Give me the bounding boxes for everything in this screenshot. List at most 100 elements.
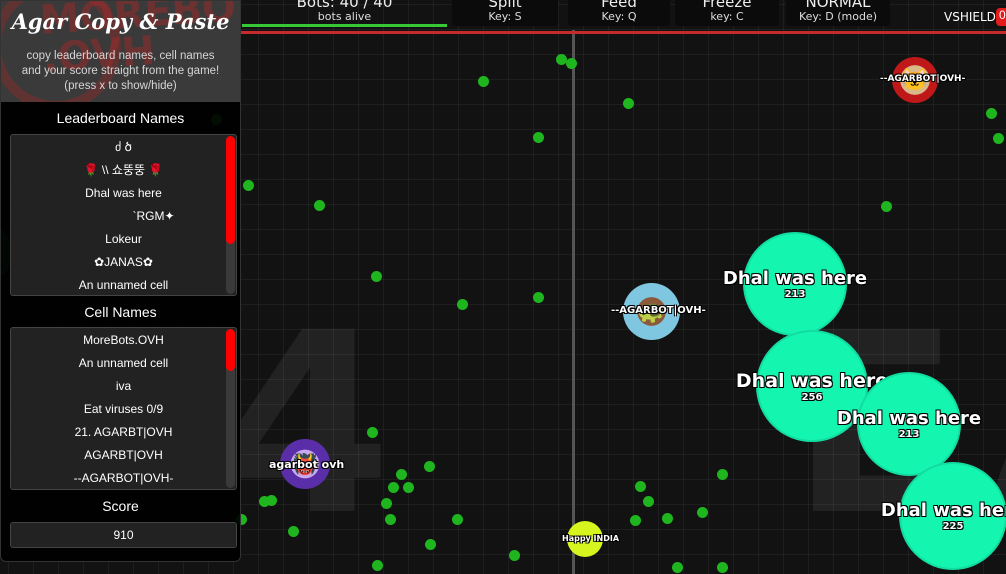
cell-name: agarbot ovh	[269, 458, 345, 471]
player-cell: Dhal was here 213	[837, 372, 981, 476]
food-pellet	[457, 299, 468, 310]
freeze-key: key: C	[710, 10, 744, 23]
food-pellet	[371, 271, 382, 282]
food-pellet	[243, 180, 254, 191]
mode-button[interactable]: NORMAL Key: D (mode)	[786, 0, 890, 26]
cells-scrollbar[interactable]	[226, 329, 235, 488]
mode-label: NORMAL	[805, 0, 871, 11]
food-pellet	[623, 98, 634, 109]
cell-name: Dhal was here	[880, 500, 1006, 521]
food-pellet	[403, 482, 414, 493]
bots-status: Bots: 40 / 40 bots alive	[242, 0, 447, 26]
player-cell: Dhal was here 213	[723, 232, 867, 336]
food-pellet	[533, 132, 544, 143]
leaderboard-scrollbar[interactable]	[226, 136, 235, 294]
split-button[interactable]: Split Key: S	[452, 0, 558, 26]
list-item[interactable]: AGARBT|OVH	[11, 444, 236, 467]
copy-paste-panel: MOREBOTS .OVH Agar Copy & Paste copy lea…	[0, 0, 241, 562]
food-pellet	[259, 496, 270, 507]
food-pellet	[662, 513, 673, 524]
food-pellet	[697, 507, 708, 518]
food-pellet	[643, 496, 654, 507]
food-pellet	[717, 469, 728, 480]
list-item[interactable]: Eat viruses 0/9	[11, 398, 236, 421]
cell-name: Dhal was here	[735, 369, 889, 392]
list-item[interactable]: An unnamed cell	[11, 352, 236, 375]
player-cell: Dhal was here 225	[881, 462, 1006, 570]
score-title: Score	[102, 498, 139, 514]
list-item[interactable]: An unnamed cell	[11, 274, 236, 295]
list-item[interactable]: Dhal was here	[11, 182, 236, 205]
desc-line: copy leaderboard names, cell names	[26, 50, 215, 62]
bots-alive-bar	[242, 24, 447, 27]
cell-name: --AGARBOT|OVH-	[611, 305, 706, 316]
list-item[interactable]: iva	[11, 375, 236, 398]
cells-title: Cell Names	[84, 304, 157, 320]
food-pellet	[388, 482, 399, 493]
food-pellet	[381, 498, 392, 509]
vshield-badge[interactable]: 0	[996, 8, 1006, 26]
panel-description: copy leaderboard names, cell names and y…	[1, 49, 240, 94]
cells-list[interactable]: MoreBots.OVH An unnamed cell iva Eat vir…	[10, 327, 237, 490]
food-pellet	[424, 461, 435, 472]
desc-line: and your score straight from the game!	[21, 65, 220, 77]
leaderboard-title: Leaderboard Names	[56, 110, 185, 126]
list-item[interactable]: --AGARBOT|OVH-	[11, 467, 236, 489]
list-item[interactable]: `RGM✦	[11, 205, 236, 228]
food-pellet	[533, 292, 544, 303]
panel-title: Agar Copy & Paste	[11, 9, 230, 34]
score-field[interactable]: 910	[10, 522, 237, 548]
food-pellet	[372, 560, 383, 571]
cell-mass: 256	[801, 391, 823, 403]
list-item[interactable]: Lokeur	[11, 228, 236, 251]
split-key: Key: S	[488, 10, 522, 23]
cell-name: Dhal was here	[836, 408, 982, 429]
food-pellet	[314, 200, 325, 211]
food-pellet	[478, 76, 489, 87]
feed-label: Feed	[601, 0, 637, 11]
cell-mass: 213	[784, 289, 806, 300]
cell-mass: 213	[898, 429, 920, 440]
food-pellet	[566, 58, 577, 69]
feed-button[interactable]: Feed Key: Q	[568, 0, 670, 26]
food-pellet	[385, 514, 396, 525]
food-pellet	[986, 108, 997, 119]
sector-label: 4	[218, 279, 392, 570]
food-pellet	[452, 514, 463, 525]
list-item[interactable]: ✿JANAS✿	[11, 251, 236, 274]
food-pellet	[425, 539, 436, 550]
mode-key: Key: D (mode)	[798, 10, 878, 23]
feed-key: Key: Q	[601, 10, 637, 23]
food-pellet	[993, 133, 1004, 144]
leaderboard-list[interactable]: ძ ծ 🌹 \\ 쇼뚱뚱 🌹 Dhal was here `RGM✦ Lokeu…	[10, 134, 237, 296]
food-pellet	[509, 550, 520, 561]
freeze-button[interactable]: Freeze key: C	[675, 0, 779, 26]
list-item[interactable]: ძ ծ	[11, 136, 236, 159]
scroll-thumb[interactable]	[226, 136, 235, 244]
list-item[interactable]: MoreBots.OVH	[11, 329, 236, 352]
desc-line: (press x to show/hide)	[64, 80, 177, 92]
food-pellet	[630, 515, 641, 526]
food-pellet	[881, 201, 892, 212]
food-pellet	[288, 526, 299, 537]
food-pellet	[396, 469, 407, 480]
food-pellet	[672, 562, 683, 573]
panel-header: MOREBOTS .OVH Agar Copy & Paste copy lea…	[1, 1, 240, 102]
bots-count: Bots: 40 / 40	[296, 0, 393, 11]
scroll-thumb[interactable]	[226, 329, 235, 371]
freeze-label: Freeze	[702, 0, 752, 11]
list-item[interactable]: 21. AGARBT|OVH	[11, 421, 236, 444]
food-pellet	[367, 427, 378, 438]
cell-name: Dhal was here	[722, 268, 868, 289]
cell-mass: 225	[942, 521, 964, 532]
map-border-line	[572, 30, 575, 574]
split-label: Split	[488, 0, 522, 11]
cell-name: Happy INDIA	[562, 534, 620, 543]
vshield-label: VSHIELD	[944, 10, 996, 24]
food-pellet	[635, 481, 646, 492]
top-divider	[240, 31, 1006, 34]
cell-name: --AGARBOT|OVH-	[880, 74, 966, 84]
bots-sub: bots alive	[317, 10, 372, 23]
food-pellet	[717, 562, 728, 573]
list-item[interactable]: 🌹 \\ 쇼뚱뚱 🌹	[11, 159, 236, 182]
